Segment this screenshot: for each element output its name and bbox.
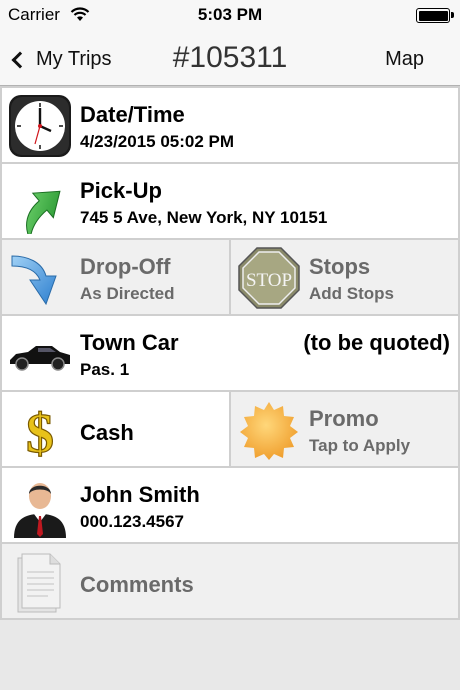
vehicle-cell[interactable]: Town Car (to be quoted) Pas. 1: [0, 314, 460, 392]
dollar-icon: $: [25, 402, 54, 462]
green-arrow-up-icon: [26, 190, 61, 234]
status-bar: Carrier 5:03 PM: [0, 0, 460, 30]
promo-badge-icon: [240, 402, 298, 460]
document-icon: [17, 553, 61, 613]
comments-title: Comments: [80, 572, 194, 597]
pickup-address: 745 5 Ave, New York, NY 10151: [80, 208, 328, 227]
stop-sign-icon: STOP: [238, 247, 300, 309]
promo-title: Promo: [309, 406, 379, 431]
passenger-phone: 000.123.4567: [80, 512, 184, 531]
blue-arrow-down-icon: [11, 255, 57, 306]
battery-icon: [416, 8, 454, 23]
datetime-cell[interactable]: Date/Time 4/23/2015 05:02 PM: [0, 86, 460, 164]
dropoff-title: Drop-Off: [80, 254, 171, 279]
comments-cell[interactable]: Comments: [0, 542, 460, 620]
vehicle-quote-note: (to be quoted): [303, 330, 450, 355]
stop-sign-text: STOP: [246, 270, 292, 291]
passenger-name: John Smith: [80, 482, 200, 507]
vehicle-title: Town Car: [80, 330, 179, 355]
passenger-cell[interactable]: John Smith 000.123.4567: [0, 466, 460, 544]
vehicle-passengers: Pas. 1: [80, 360, 130, 379]
pickup-title: Pick-Up: [80, 178, 162, 203]
status-time: 5:03 PM: [197, 5, 263, 24]
dropoff-value: As Directed: [80, 284, 175, 303]
clock-icon: [9, 95, 71, 157]
svg-text:$: $: [26, 403, 54, 462]
person-icon: [14, 483, 66, 538]
map-button[interactable]: Map: [385, 48, 424, 71]
promo-value: Tap to Apply: [309, 436, 411, 455]
dropoff-cell[interactable]: Drop-Off As Directed: [0, 238, 231, 316]
stops-value: Add Stops: [309, 284, 394, 303]
stops-cell[interactable]: STOP Stops Add Stops: [229, 238, 460, 316]
stops-title: Stops: [309, 254, 371, 279]
navigation-bar: My Trips #105311 Map: [0, 30, 460, 86]
car-icon: [10, 346, 70, 371]
datetime-value: 4/23/2015 05:02 PM: [80, 132, 235, 151]
payment-title: Cash: [80, 420, 134, 445]
promo-cell[interactable]: Promo Tap to Apply: [229, 390, 460, 468]
datetime-title: Date/Time: [80, 102, 185, 127]
payment-cell[interactable]: $ Cash: [0, 390, 231, 468]
pickup-cell[interactable]: Pick-Up 745 5 Ave, New York, NY 10151: [0, 162, 460, 240]
